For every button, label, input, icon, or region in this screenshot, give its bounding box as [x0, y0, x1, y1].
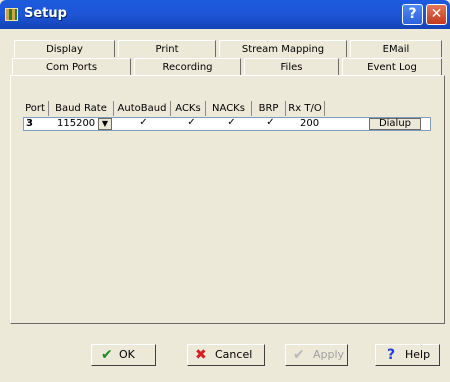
help-button[interactable]: ? Help: [375, 344, 440, 366]
header-rx-to: Rx T/O: [288, 103, 322, 114]
acks-checkbox[interactable]: ✓: [186, 118, 197, 129]
window-title: Setup: [24, 6, 67, 21]
nacks-checkbox[interactable]: ✓: [226, 118, 237, 129]
tab-email[interactable]: EMail: [350, 40, 442, 57]
title-help-button[interactable]: ?: [402, 4, 423, 25]
header-autobaud: AutoBaud: [117, 103, 167, 114]
header-nacks: NACKs: [212, 103, 245, 114]
apply-label: Apply: [313, 348, 345, 361]
port-cell[interactable]: 3: [26, 118, 46, 130]
dialup-button[interactable]: Dialup: [369, 118, 421, 130]
baud-rate-dropdown-icon[interactable]: ▼: [98, 118, 112, 130]
tab-recording[interactable]: Recording: [134, 58, 241, 75]
app-icon: [5, 8, 18, 21]
header-brp: BRP: [258, 103, 279, 114]
check-icon-disabled: ✔: [293, 347, 305, 363]
title-bar[interactable]: Setup ? ✕: [0, 0, 450, 29]
title-close-button[interactable]: ✕: [426, 4, 447, 25]
tab-display[interactable]: Display: [14, 40, 115, 57]
check-icon: ✔: [101, 347, 113, 363]
ok-label: OK: [119, 348, 135, 361]
header-baud-rate: Baud Rate: [55, 103, 107, 114]
help-label: Help: [405, 348, 431, 361]
apply-button[interactable]: ✔ Apply: [285, 344, 348, 366]
rx-to-input[interactable]: 200: [300, 118, 325, 130]
tab-stream-mapping[interactable]: Stream Mapping: [219, 40, 347, 57]
brp-checkbox[interactable]: ✓: [265, 118, 276, 129]
cancel-label: Cancel: [215, 348, 253, 361]
setup-window: Setup ? ✕ Display Print Stream Mapping E…: [0, 0, 450, 382]
autobaud-checkbox[interactable]: ✓: [138, 118, 149, 129]
x-icon: ✖: [195, 347, 207, 363]
tab-print[interactable]: Print: [118, 40, 216, 57]
header-acks: ACKs: [175, 103, 201, 114]
question-icon: ?: [387, 347, 396, 363]
tab-files[interactable]: Files: [244, 58, 339, 75]
cancel-button[interactable]: ✖ Cancel: [187, 344, 265, 366]
tab-event-log[interactable]: Event Log: [342, 58, 442, 75]
header-port: Port: [25, 103, 45, 114]
table-row: 3 115200 ▼ ✓ ✓ ✓ ✓ 200 Dialup: [23, 117, 431, 131]
baud-rate-select[interactable]: 115200: [57, 118, 97, 130]
tab-com-ports[interactable]: Com Ports: [12, 58, 131, 75]
ok-button[interactable]: ✔ OK: [91, 344, 156, 366]
